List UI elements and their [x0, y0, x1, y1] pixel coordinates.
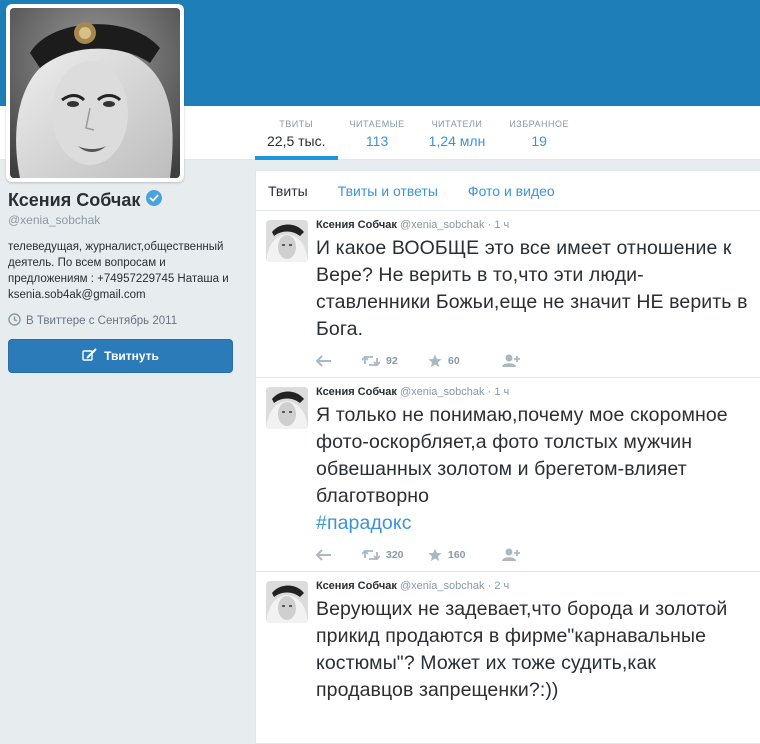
stat-value: 1,24 млн — [428, 133, 486, 149]
tweet-author-handle[interactable]: @xenia_sobchak — [400, 386, 485, 398]
favorite-count: 160 — [448, 549, 466, 561]
tweet-author-name[interactable]: Ксения Собчак — [316, 219, 397, 231]
tab-tweets-and-replies[interactable]: Твиты и ответы — [338, 183, 438, 199]
tweet-button-label: Твитнуть — [104, 349, 159, 363]
favorite-count: 60 — [448, 355, 460, 367]
follow-icon[interactable] — [502, 548, 520, 562]
stat-following[interactable]: ЧИТАЕМЫЕ 113 — [338, 106, 417, 160]
star-icon — [428, 548, 442, 561]
tweet-text: Я только не понимаю,почему мое скоромное… — [316, 404, 728, 534]
profile-name-row: Ксения Собчак — [8, 190, 233, 211]
stat-label: ЧИТАТЕЛИ — [431, 119, 483, 129]
retweet-button[interactable]: 92 — [362, 355, 428, 367]
stat-label: ИЗБРАННОЕ — [509, 119, 570, 129]
tweet-time[interactable]: 2 ч — [494, 580, 509, 592]
profile-stats: ТВИТЫ 22,5 тыс. ЧИТАЕМЫЕ 113 ЧИТАТЕЛИ 1,… — [255, 106, 581, 160]
stat-value: 113 — [365, 133, 389, 149]
tweet-item[interactable]: Ксения Собчак @xenia_sobchak · 1 ч И как… — [256, 211, 760, 378]
retweet-count: 320 — [386, 549, 404, 561]
profile-avatar[interactable] — [6, 4, 184, 182]
verified-badge-icon — [146, 190, 163, 211]
timeline-tabs: Твиты Твиты и ответы Фото и видео — [256, 171, 760, 211]
quill-icon — [82, 347, 98, 365]
tweet-button[interactable]: Твитнуть — [8, 339, 233, 373]
reply-icon[interactable] — [316, 355, 362, 367]
profile-joined: В Твиттере с Сентябрь 2011 — [8, 313, 233, 329]
retweet-icon — [362, 355, 380, 367]
calendar-clock-icon — [8, 313, 21, 329]
tweet-author-handle[interactable]: @xenia_sobchak — [400, 580, 485, 592]
profile-bio: телеведущая, журналист,общественный деят… — [8, 241, 229, 301]
stat-value: 19 — [531, 133, 547, 149]
joined-text: В Твиттере с Сентябрь 2011 — [26, 315, 178, 327]
profile-sidebar: Ксения Собчак @xenia_sobchak телеведущая… — [8, 190, 233, 373]
tweet-header: Ксения Собчак @xenia_sobchak · 1 ч — [316, 219, 510, 231]
stat-favorites[interactable]: ИЗБРАННОЕ 19 — [497, 106, 581, 160]
tab-photos-videos[interactable]: Фото и видео — [468, 183, 555, 199]
favorite-button[interactable]: 160 — [428, 548, 502, 562]
retweet-icon — [362, 549, 380, 561]
follow-icon[interactable] — [502, 354, 520, 368]
stat-label: ЧИТАЕМЫЕ — [349, 119, 405, 129]
stat-tweets[interactable]: ТВИТЫ 22,5 тыс. — [255, 106, 338, 160]
star-icon — [428, 354, 442, 367]
timeline: Твиты Твиты и ответы Фото и видео Ксения… — [255, 170, 760, 744]
tweet-avatar[interactable] — [266, 387, 308, 429]
favorite-button[interactable]: 60 — [428, 354, 502, 368]
tweet-author-name[interactable]: Ксения Собчак — [316, 386, 397, 398]
tweet-item[interactable]: Ксения Собчак @xenia_sobchak · 1 ч Я тол… — [256, 378, 760, 572]
tweet-header: Ксения Собчак @xenia_sobchak · 1 ч — [316, 386, 510, 398]
reply-icon[interactable] — [316, 549, 362, 561]
tweet-avatar[interactable] — [266, 220, 308, 262]
tweet-avatar[interactable] — [266, 581, 308, 623]
stat-followers[interactable]: ЧИТАТЕЛИ 1,24 млн — [417, 106, 498, 160]
tweet-author-name[interactable]: Ксения Собчак — [316, 580, 397, 592]
tab-tweets[interactable]: Твиты — [268, 183, 308, 199]
tweet-author-handle[interactable]: @xenia_sobchak — [400, 219, 485, 231]
tweet-time[interactable]: 1 ч — [494, 219, 509, 231]
tweet-text: И какое ВООБЩЕ это все имеет отношение к… — [316, 237, 748, 340]
retweet-count: 92 — [386, 355, 398, 367]
tweet-actions: 320 160 — [316, 539, 750, 571]
tweet-text: Верующих не задевает,что борода и золото… — [316, 598, 728, 701]
tweet-header: Ксения Собчак @xenia_sobchak · 2 ч — [316, 580, 510, 592]
profile-handle[interactable]: @xenia_sobchak — [8, 213, 233, 227]
retweet-button[interactable]: 320 — [362, 549, 428, 561]
profile-photo — [10, 8, 180, 178]
tweet-hashtag[interactable]: #парадокс — [316, 512, 412, 534]
profile-name[interactable]: Ксения Собчак — [8, 190, 140, 211]
tweet-item[interactable]: Ксения Собчак @xenia_sobchak · 2 ч Верую… — [256, 572, 760, 704]
stat-label: ТВИТЫ — [279, 119, 314, 129]
tweet-time[interactable]: 1 ч — [494, 386, 509, 398]
stat-value: 22,5 тыс. — [267, 133, 326, 149]
tweet-actions: 92 60 — [316, 345, 750, 377]
